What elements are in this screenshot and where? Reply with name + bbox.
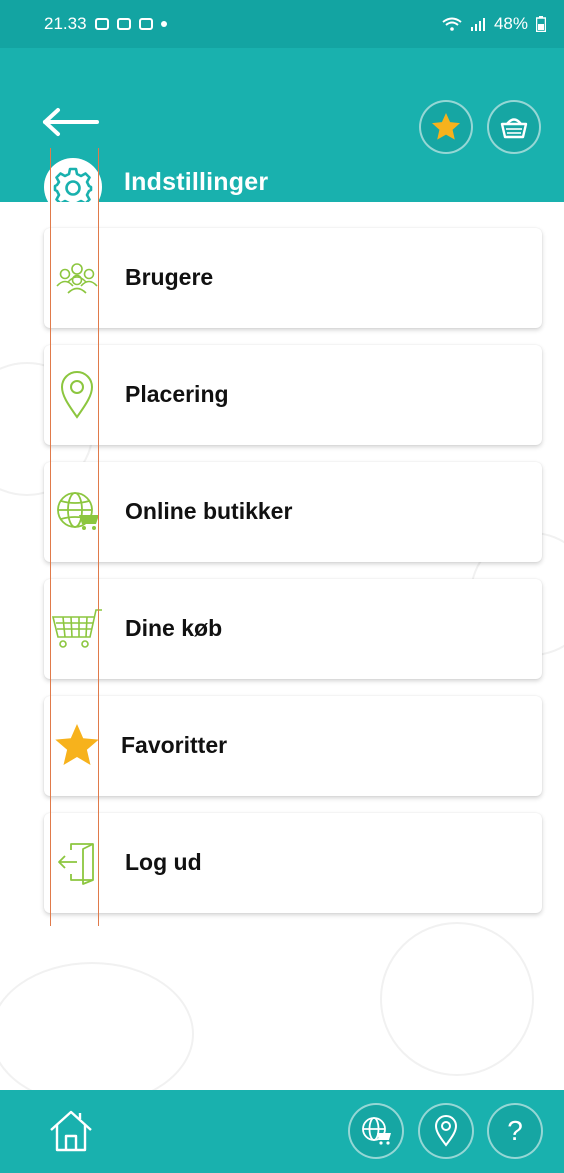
menu-item-label: Log ud [125,849,202,875]
back-button[interactable] [38,100,104,144]
help-nav-button[interactable]: ? [487,1103,543,1159]
status-bar: 21.33 48% [0,0,564,48]
help-icon: ? [507,1115,523,1146]
home-button[interactable] [46,1106,96,1156]
shopping-cart-icon [50,605,104,653]
menu-item-label: Brugere [125,264,214,290]
basket-icon [500,118,528,139]
menu-item-users[interactable]: Brugere [44,228,542,328]
battery-icon [536,16,546,32]
location-pin-icon [434,1115,458,1147]
battery-percent: 48% [493,14,528,33]
menu-item-label: Placering [125,381,229,407]
notification-icon [94,18,109,30]
globe-cart-icon [50,488,104,536]
star-icon [50,722,104,770]
status-right: 48% [442,14,546,34]
status-left: 21.33 [44,14,167,34]
content-area: Brugere Placering Online butikker Dine k… [0,202,564,1106]
guide-line-left [50,148,51,926]
settings-menu: Brugere Placering Online butikker Dine k… [44,228,542,930]
header: Indstillinger [0,48,564,216]
basket-button[interactable] [487,100,541,154]
page-title: Indstillinger [124,168,269,196]
status-time: 21.33 [44,14,87,33]
menu-item-label: Favoritter [121,732,228,758]
globe-cart-icon [362,1117,391,1145]
online-shop-nav-button[interactable] [348,1103,404,1159]
favorites-button[interactable] [419,100,473,154]
back-arrow-icon [43,108,99,136]
location-nav-button[interactable] [418,1103,474,1159]
background-decoration [380,922,534,1076]
more-notifications-icon [160,21,167,27]
signal-icon [470,18,485,31]
menu-item-favorites[interactable]: Favoritter [44,696,542,796]
menu-item-location[interactable]: Placering [44,345,542,445]
guide-line-right [98,148,99,926]
menu-item-label: Dine køb [125,615,223,641]
settings-screen: 21.33 48% Indstillinger Brugere Placerin… [0,0,564,1173]
instagram-icon [116,18,131,30]
logout-door-icon [50,839,104,887]
users-icon [50,254,104,302]
gallery-icon [138,18,153,30]
location-pin-icon [50,371,104,419]
bottom-navigation: ? [0,1090,564,1173]
menu-item-online-stores[interactable]: Online butikker [44,462,542,562]
menu-item-purchases[interactable]: Dine køb [44,579,542,679]
menu-item-label: Online butikker [125,498,293,524]
menu-item-logout[interactable]: Log ud [44,813,542,913]
background-decoration [0,962,194,1106]
home-icon [50,1110,92,1152]
wifi-icon [442,17,462,31]
star-icon [432,113,460,140]
